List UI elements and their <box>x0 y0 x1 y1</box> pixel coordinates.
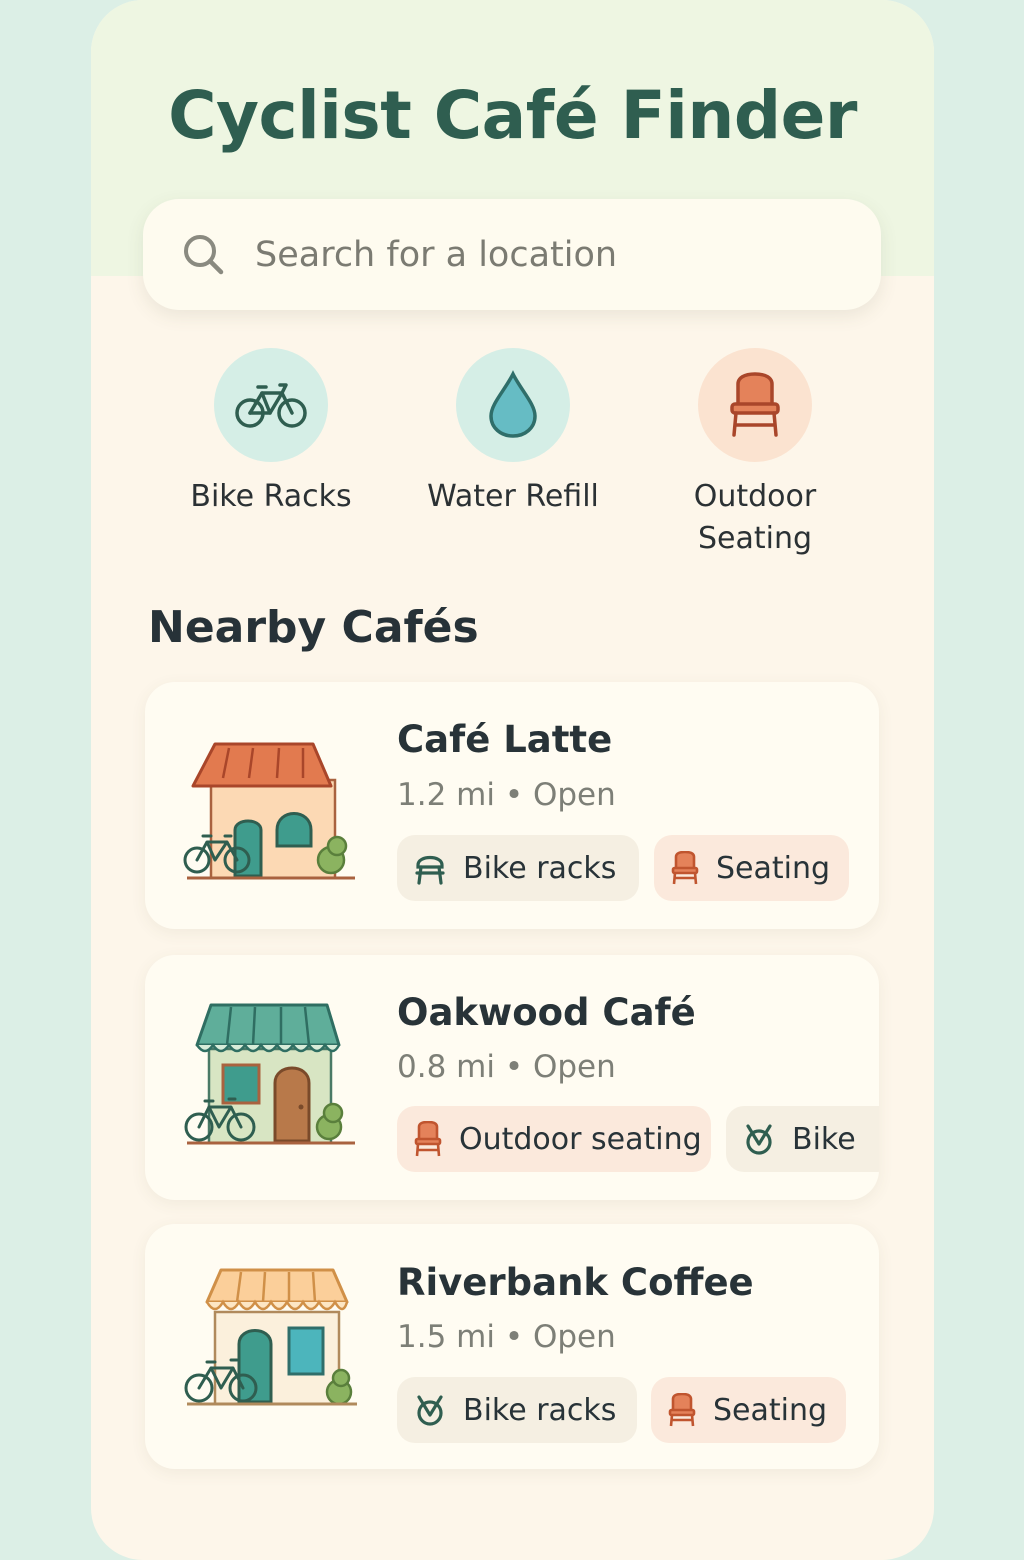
cafe-meta: 1.5 mi • Open <box>397 1319 616 1355</box>
tag-chip[interactable]: Bike <box>726 1106 879 1172</box>
filter-circle <box>698 348 812 462</box>
search-icon <box>184 235 224 275</box>
tag-label: Bike <box>792 1121 856 1157</box>
tag-chip[interactable]: Seating <box>651 1377 846 1443</box>
search-bar[interactable] <box>143 199 881 310</box>
filter-outdoor-seating[interactable]: Outdoor Seating <box>645 348 865 560</box>
section-title: Nearby Cafés <box>148 602 479 653</box>
cafe-meta: 0.8 mi • Open <box>397 1049 616 1085</box>
bike-lock-icon <box>417 1395 443 1426</box>
tag-chip[interactable]: Seating <box>654 835 849 901</box>
app-title: Cyclist Café Finder <box>168 77 857 154</box>
bike-lock-icon <box>746 1124 772 1155</box>
filter-label: Outdoor Seating <box>693 479 817 556</box>
filter-water-refill[interactable]: Water Refill <box>403 348 623 518</box>
chair-icon <box>668 1393 696 1427</box>
cafe-meta: 1.2 mi • Open <box>397 777 616 813</box>
cafe-illustration <box>184 1268 357 1406</box>
app-screen: Cyclist Café Finder Bike Racks <box>91 0 934 1560</box>
tag-label: Seating <box>713 1392 828 1428</box>
tag-label: Bike racks <box>463 850 617 886</box>
filter-circle <box>214 348 328 462</box>
chair-icon <box>414 1121 442 1157</box>
filter-label: Water Refill <box>427 479 599 514</box>
cafe-illustration <box>183 742 355 880</box>
tag-label: Seating <box>716 850 831 886</box>
chair-icon <box>730 372 780 437</box>
cafe-card[interactable]: Riverbank Coffee 1.5 mi • Open Bike rack… <box>145 1224 879 1469</box>
cafe-illustration <box>184 1003 355 1145</box>
tag-label: Outdoor seating <box>459 1121 702 1157</box>
cafe-card[interactable]: Café Latte 1.2 mi • Open Bike racks Seat… <box>145 682 879 929</box>
cafe-name: Oakwood Café <box>397 991 696 1034</box>
tag-chip[interactable]: Bike racks <box>397 1377 637 1443</box>
filter-circle <box>456 348 570 462</box>
search-input[interactable] <box>253 229 847 281</box>
tag-chip[interactable]: Outdoor seating <box>397 1106 711 1172</box>
water-drop-icon <box>489 370 537 438</box>
cafe-name: Café Latte <box>397 718 613 761</box>
tag-chip[interactable]: Bike racks <box>397 835 639 901</box>
cafe-card[interactable]: Oakwood Café 0.8 mi • Open Outdoor seati… <box>145 955 879 1200</box>
tag-label: Bike racks <box>463 1392 617 1428</box>
filter-bike-racks[interactable]: Bike Racks <box>161 348 381 518</box>
chair-icon <box>671 851 699 885</box>
bike-rack-icon <box>415 855 445 885</box>
filter-label: Bike Racks <box>190 479 352 514</box>
bicycle-icon <box>235 383 307 428</box>
cafe-name: Riverbank Coffee <box>397 1261 754 1304</box>
